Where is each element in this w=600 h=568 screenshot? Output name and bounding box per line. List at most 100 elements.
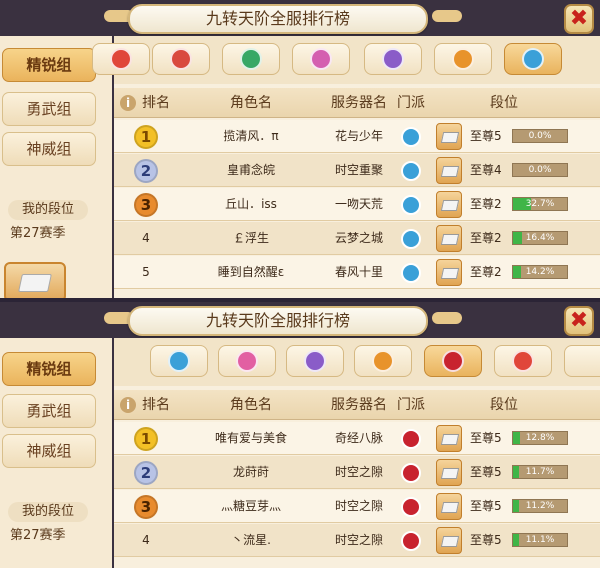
tier-badge-icon bbox=[436, 493, 462, 520]
close-button[interactable]: ✖ bbox=[564, 4, 594, 34]
table-row[interactable]: 3 丘山．iss 一吻天荒 至尊2 32.7% bbox=[114, 188, 600, 221]
my-rank-label: 我的段位 bbox=[8, 200, 88, 220]
my-rank-emblem[interactable] bbox=[4, 262, 66, 298]
group-tab-brave[interactable]: 勇武组 bbox=[2, 92, 96, 126]
player-name: 唯有爱与美食 bbox=[214, 431, 287, 445]
player-name: 皇甫念皖 bbox=[226, 163, 275, 177]
faction-icon-green bbox=[240, 48, 262, 70]
table-row[interactable]: 4 ￡浮生 云梦之城 至尊2 16.4% bbox=[114, 222, 600, 255]
group-tab-divine[interactable]: 神威组 bbox=[2, 132, 96, 166]
tier-progress-text: 32.7% bbox=[525, 199, 555, 209]
faction-icon-purple bbox=[382, 48, 404, 70]
tier-badge-icon bbox=[436, 259, 462, 286]
faction-tab[interactable] bbox=[152, 43, 210, 75]
table-header: i 排名 角色名 服务器名 门派 段位 bbox=[114, 88, 600, 118]
tier-label: 至尊5 bbox=[470, 499, 502, 513]
table-row[interactable]: 5 睡到自然醒ε 春风十里 至尊2 14.2% bbox=[114, 256, 600, 289]
tier-badge-icon bbox=[436, 527, 462, 554]
col-server: 服务器名 bbox=[331, 397, 387, 413]
tier-label: 至尊5 bbox=[470, 465, 502, 479]
server-name: 时空之隙 bbox=[334, 533, 383, 547]
faction-icon bbox=[401, 195, 421, 215]
tier-progress-bar: 11.2% bbox=[512, 499, 568, 513]
faction-icon-red bbox=[512, 350, 534, 372]
col-name: 角色名 bbox=[230, 95, 272, 111]
rank-medal-icon: 1 bbox=[134, 125, 158, 149]
faction-tab[interactable] bbox=[222, 43, 280, 75]
table-row[interactable]: 2 龙莳莳 时空之隙 至尊5 11.7% bbox=[114, 456, 600, 489]
faction-tab-active[interactable] bbox=[424, 345, 482, 377]
rank-medal-icon: 2 bbox=[134, 461, 158, 485]
tier-progress-text: 14.2% bbox=[525, 267, 555, 277]
table-row[interactable]: 4 丶流星. 时空之隙 至尊5 11.1% bbox=[114, 524, 600, 557]
group-tab-elite[interactable]: 精锐组 bbox=[2, 48, 96, 82]
faction-icon-cyan bbox=[168, 350, 190, 372]
group-tab-elite[interactable]: 精锐组 bbox=[2, 352, 96, 386]
faction-tab[interactable] bbox=[494, 345, 552, 377]
tier-progress-text: 0.0% bbox=[528, 131, 552, 141]
tier-progress-bar: 0.0% bbox=[512, 129, 568, 143]
tier-progress-text: 11.2% bbox=[525, 501, 555, 511]
col-rank: 排名 bbox=[142, 397, 170, 413]
faction-tab[interactable] bbox=[354, 345, 412, 377]
leaderboard-title: 九转天阶全服排行榜 bbox=[128, 306, 428, 336]
rank-medal-icon: 2 bbox=[134, 159, 158, 183]
faction-tab[interactable] bbox=[292, 43, 350, 75]
table-row[interactable]: 2 皇甫念皖 时空重聚 至尊4 0.0% bbox=[114, 154, 600, 187]
tier-progress-text: 11.1% bbox=[525, 535, 555, 545]
faction-tab[interactable] bbox=[564, 345, 600, 377]
faction-tab[interactable] bbox=[150, 345, 208, 377]
leaderboard-content: i 排名 角色名 服务器名 门派 段位 1 唯有爱与美食 奇经八脉 至尊5 12.8% 2… bbox=[114, 338, 600, 568]
faction-tab[interactable] bbox=[92, 43, 150, 75]
leaderboard-panel: 九转天阶全服排行榜 ✖ 精锐组 勇武组 神威组 我的段位 第27赛季 i 排名 … bbox=[0, 0, 600, 298]
tier-label: 至尊5 bbox=[470, 431, 502, 445]
faction-icon-cyan bbox=[522, 48, 544, 70]
col-rank: 排名 bbox=[142, 95, 170, 111]
faction-tab[interactable] bbox=[434, 43, 492, 75]
close-button[interactable]: ✖ bbox=[564, 306, 594, 336]
tier-progress-bar: 32.7% bbox=[512, 197, 568, 211]
faction-icon-pink bbox=[310, 48, 332, 70]
server-name: 时空重聚 bbox=[334, 163, 383, 177]
player-name: 睡到自然醒ε bbox=[217, 265, 285, 279]
faction-icon bbox=[401, 161, 421, 181]
server-name: 春风十里 bbox=[334, 265, 383, 279]
rank-medal-icon: 3 bbox=[134, 193, 158, 217]
player-name: 丶流星. bbox=[231, 533, 271, 547]
col-name: 角色名 bbox=[230, 397, 272, 413]
col-faction: 门派 bbox=[397, 95, 425, 111]
col-tier: 段位 bbox=[490, 95, 518, 111]
tier-badge-icon bbox=[436, 225, 462, 252]
faction-icon-red bbox=[110, 48, 132, 70]
faction-icon-crimson bbox=[170, 48, 192, 70]
info-icon[interactable]: i bbox=[120, 397, 136, 413]
server-name: 奇经八脉 bbox=[334, 431, 383, 445]
faction-icon bbox=[401, 429, 421, 449]
faction-icon-crimson bbox=[442, 350, 464, 372]
group-sidebar: 精锐组 勇武组 神威组 我的段位 第27赛季 bbox=[0, 36, 112, 298]
rank-number: 4 bbox=[142, 533, 150, 547]
leaderboard-content: i 排名 角色名 服务器名 门派 段位 1 揽清风．π 花与少年 至尊5 0.0% 2 皇甫… bbox=[92, 36, 600, 298]
faction-tab-strip bbox=[92, 36, 600, 84]
group-tab-divine[interactable]: 神威组 bbox=[2, 434, 96, 468]
faction-tab[interactable] bbox=[364, 43, 422, 75]
faction-tab-strip bbox=[114, 338, 600, 386]
tier-label: 至尊5 bbox=[470, 533, 502, 547]
table-row[interactable]: 1 揽清风．π 花与少年 至尊5 0.0% bbox=[114, 120, 600, 153]
tier-badge-icon bbox=[436, 123, 462, 150]
faction-icon bbox=[401, 463, 421, 483]
table-row[interactable]: 3 灬糖豆芽灬 时空之隙 至尊5 11.2% bbox=[114, 490, 600, 523]
tier-progress-bar: 11.1% bbox=[512, 533, 568, 547]
faction-tab-active[interactable] bbox=[504, 43, 562, 75]
my-rank-label: 我的段位 bbox=[8, 502, 88, 522]
tier-badge-icon bbox=[436, 459, 462, 486]
group-tab-brave[interactable]: 勇武组 bbox=[2, 394, 96, 428]
info-icon[interactable]: i bbox=[120, 95, 136, 111]
table-row[interactable]: 1 唯有爱与美食 奇经八脉 至尊5 12.8% bbox=[114, 422, 600, 455]
rank-number: 4 bbox=[142, 231, 150, 245]
tier-badge-icon bbox=[436, 425, 462, 452]
faction-icon-orange bbox=[452, 48, 474, 70]
faction-tab[interactable] bbox=[218, 345, 276, 377]
faction-tab[interactable] bbox=[286, 345, 344, 377]
player-name: 丘山．iss bbox=[225, 197, 277, 211]
